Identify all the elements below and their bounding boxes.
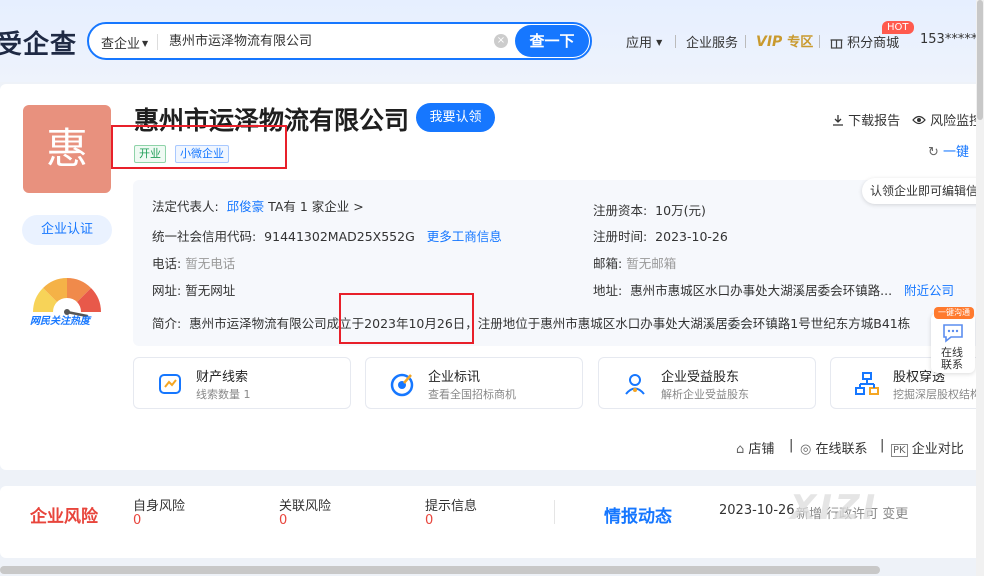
asset-clue-icon — [159, 374, 181, 394]
quick-link-beneficiary[interactable]: 企业受益股东 解析企业受益股东 — [598, 357, 816, 409]
nav-vip-zone[interactable]: VIP 专区 — [756, 31, 813, 50]
company-card: 惠 企业认证 网民关注热度 惠州市运泽物流有限公司 我要认领 开业 小微企业 下… — [0, 84, 984, 470]
nav-separator: | — [880, 438, 885, 453]
risk-related-label[interactable]: 关联风险 — [279, 495, 331, 514]
email-row: 邮箱: 暂无邮箱 — [593, 256, 677, 271]
phone-row: 电话: 暂无电话 — [152, 256, 236, 271]
address-row: 地址: 惠州市惠城区水口办事处大湖溪居委会环镇路... 附近公司 — [593, 283, 955, 298]
claim-tip: 认领企业即可编辑信息 — [862, 178, 984, 204]
shop-link[interactable]: ⌂ 店铺 — [736, 438, 774, 457]
intel-title: 情报动态 — [604, 507, 672, 527]
credit-code-row: 统一社会信用代码: 91441302MAD25X552G 更多工商信息 — [152, 229, 502, 244]
nearby-company-link[interactable]: 附近公司 — [904, 283, 954, 298]
phone-value: 暂无电话 — [185, 256, 236, 271]
highlight-box — [111, 125, 287, 169]
risk-self-label[interactable]: 自身风险 — [133, 495, 185, 514]
divider — [554, 500, 555, 524]
legal-rep-extra[interactable]: TA有 1 家企业 > — [268, 199, 364, 214]
nav-separator: | — [789, 438, 794, 453]
download-icon — [833, 115, 843, 126]
capital-value: 10万(元) — [655, 203, 706, 218]
horizontal-scrollbar[interactable] — [0, 566, 880, 574]
online-label: 在线联系 — [941, 346, 963, 371]
reg-time-value: 2023-10-26 — [655, 229, 728, 244]
website-value: 暂无网址 — [185, 283, 236, 298]
certification-button[interactable]: 企业认证 — [22, 215, 112, 245]
quick-link-bidding[interactable]: 企业标讯 查看全国招标商机 — [365, 357, 583, 409]
intro-row: 简介: 惠州市运泽物流有限公司成立于2023年10月26日，注册地位于惠州市惠城… — [152, 316, 911, 331]
highlight-box — [339, 293, 474, 344]
nav-separator — [745, 35, 746, 48]
online-contact-link[interactable]: ◎ 在线联系 — [800, 438, 868, 457]
user-account[interactable]: 153******5 — [920, 32, 984, 47]
online-contact-widget[interactable]: 一键沟通 在线联系 — [931, 307, 975, 373]
one-key-button[interactable]: ↻ 一键 — [928, 141, 969, 160]
caret-down-icon: ▼ — [656, 38, 663, 47]
email-value: 暂无邮箱 — [626, 256, 677, 271]
intro-text: 惠州市运泽物流有限公司成立于2023年10月26日，注册地位于惠州市惠城区水口办… — [189, 316, 911, 331]
legal-rep-row: 法定代表人: 邱俊豪 TA有 1 家企业 > — [152, 199, 364, 214]
chat-icon: ◎ — [800, 442, 812, 457]
heat-label: 网民关注热度 — [30, 316, 90, 327]
download-report-button[interactable]: 下载报告 — [832, 110, 900, 129]
risk-related-value[interactable]: 0 — [279, 513, 287, 528]
hot-badge: HOT — [882, 21, 914, 34]
eye-icon — [912, 115, 926, 125]
chat-icon — [943, 324, 963, 343]
legal-rep-link[interactable]: 邱俊豪 — [227, 199, 265, 214]
compare-icon: PK — [891, 444, 908, 457]
intel-date: 2023-10-26 — [719, 503, 795, 518]
search-type-dropdown[interactable]: 查企业 ▼ — [101, 33, 148, 52]
caret-down-icon: ▼ — [142, 39, 149, 48]
risk-self-value[interactable]: 0 — [133, 513, 141, 528]
nav-apps[interactable]: 应用 ▼ — [626, 32, 662, 51]
top-header: 受企查 查企业▼ × 查一下 应用 ▼ 企业服务 VIP 专区 积分商城 HOT… — [0, 0, 984, 82]
company-avatar: 惠 — [23, 105, 111, 193]
quick-link-asset-clues[interactable]: 财产线索 线索数量 1 — [133, 357, 351, 409]
vertical-scrollbar-thumb[interactable] — [977, 0, 983, 120]
shop-icon: ⌂ — [736, 442, 745, 457]
risk-hint-value[interactable]: 0 — [425, 513, 433, 528]
nav-separator — [819, 35, 820, 48]
website-row: 网址: 暂无网址 — [152, 283, 236, 298]
claim-button[interactable]: 我要认领 — [416, 103, 495, 132]
address-value: 惠州市惠城区水口办事处大湖溪居委会环镇路... — [630, 283, 893, 298]
site-logo[interactable]: 受企查 — [0, 24, 77, 61]
nav-enterprise-service[interactable]: 企业服务 — [686, 32, 738, 51]
divider — [157, 34, 158, 50]
nav-points-mall[interactable]: 积分商城 — [830, 32, 899, 51]
reg-time-row: 注册时间: 2023-10-26 — [593, 229, 728, 244]
online-badge: 一键沟通 — [934, 307, 974, 319]
risk-monitor-button[interactable]: 风险监控 — [912, 110, 982, 129]
credit-code: 91441302MAD25X552G — [264, 229, 415, 244]
nav-separator — [675, 35, 676, 48]
capital-row: 注册资本: 10万(元) — [593, 203, 706, 218]
target-icon — [390, 373, 414, 397]
clear-icon[interactable]: × — [494, 34, 508, 48]
org-chart-icon — [855, 372, 879, 395]
search-button[interactable]: 查一下 — [515, 25, 589, 57]
refresh-icon: ↻ — [928, 145, 939, 160]
person-icon — [625, 374, 645, 395]
search-box: 查企业▼ × 查一下 — [87, 22, 592, 60]
gift-icon — [830, 39, 843, 49]
search-input[interactable] — [169, 32, 489, 47]
more-info-link[interactable]: 更多工商信息 — [427, 229, 502, 244]
risk-hint-label[interactable]: 提示信息 — [425, 495, 477, 514]
compare-link[interactable]: PK 企业对比 — [891, 438, 964, 457]
risk-title: 企业风险 — [30, 507, 98, 527]
watermark: XIZI — [790, 488, 879, 528]
